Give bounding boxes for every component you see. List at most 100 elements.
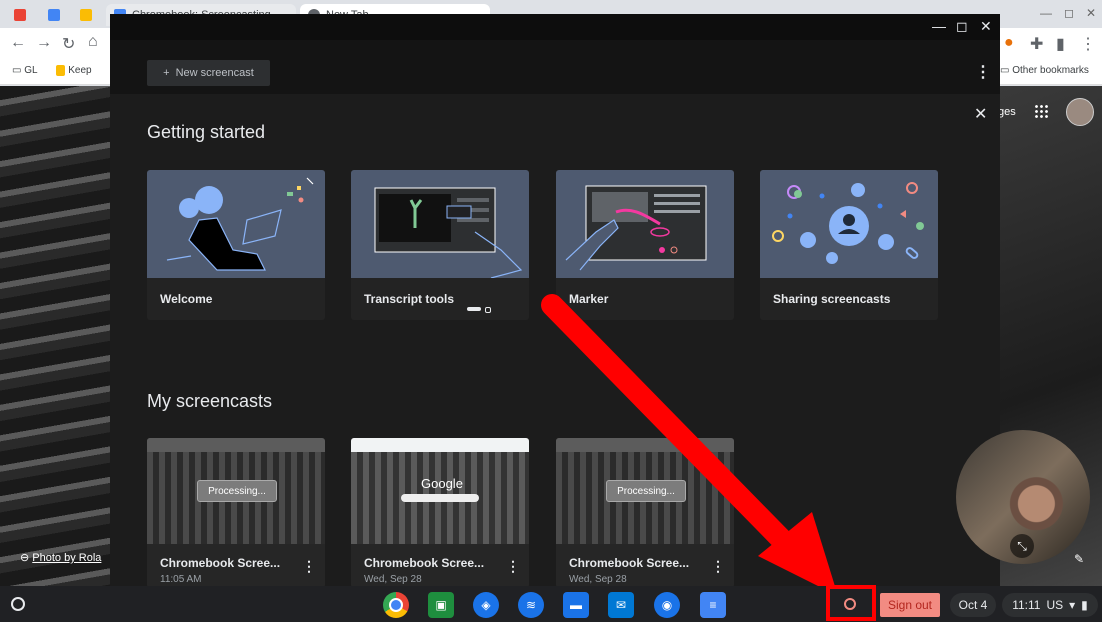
- keep-icon: ▭: [56, 65, 66, 76]
- search-box: [401, 494, 479, 502]
- screencast-card[interactable]: Google Chromebook Scree... Wed, Sep 28 ⋮: [351, 438, 529, 588]
- chrome-icon[interactable]: [383, 592, 409, 618]
- screencast-app-window: — ◻ ✕ + New screencast ⋮ Getting started…: [110, 14, 1000, 588]
- thumbnail-band: [147, 438, 325, 452]
- stop-recording-icon[interactable]: [844, 598, 856, 610]
- screencast-date: Wed, Sep 28: [364, 574, 422, 585]
- carousel-dot-active[interactable]: [467, 307, 481, 311]
- folder-icon: ▭: [12, 65, 22, 76]
- card-label: Marker: [569, 292, 609, 306]
- home-icon[interactable]: ⌂: [88, 33, 98, 51]
- menu-icon[interactable]: ⋮: [1080, 34, 1096, 54]
- app-header: + New screencast ⋮: [110, 40, 1000, 94]
- screencast-menu-icon[interactable]: ⋮: [302, 558, 316, 575]
- extension-icon[interactable]: ●: [1004, 34, 1014, 52]
- edit-icon[interactable]: ✎: [1074, 552, 1084, 566]
- screencast-title: Chromebook Scree...: [160, 556, 281, 570]
- bookmark-label: GL: [24, 65, 38, 76]
- bookmark-label: Keep: [68, 65, 92, 76]
- card-transcript-tools[interactable]: Transcript tools: [351, 170, 529, 320]
- bookmark-label: Other bookmarks: [1012, 65, 1089, 76]
- photo-credit[interactable]: ⊖ Photo by Rola: [20, 551, 101, 564]
- classroom-icon[interactable]: ▣: [428, 592, 454, 618]
- time-label: 11:11: [1012, 598, 1041, 612]
- thumbnail-band: [556, 438, 734, 452]
- plus-icon: +: [163, 67, 170, 79]
- card-label: Sharing screencasts: [773, 292, 891, 306]
- transcript-illustration: [351, 170, 529, 278]
- tab-classroom[interactable]: [40, 4, 66, 26]
- launcher-icon[interactable]: [11, 597, 25, 611]
- thumbnail-band: [351, 438, 529, 452]
- card-marker[interactable]: Marker: [556, 170, 734, 320]
- card-label: Welcome: [160, 292, 213, 306]
- maximize-icon[interactable]: ◻: [956, 18, 968, 35]
- close-getting-started-icon[interactable]: ✕: [974, 104, 987, 124]
- locale-label: US: [1046, 598, 1064, 612]
- link-icon: ⊖: [20, 552, 30, 564]
- back-icon[interactable]: ←: [10, 34, 26, 52]
- screencast-date: 11:05 AM: [160, 574, 202, 585]
- sign-out-button[interactable]: Sign out: [880, 593, 940, 617]
- processing-badge: Processing...: [606, 480, 686, 502]
- wallpaper-left: [0, 86, 110, 586]
- new-screencast-label: New screencast: [175, 67, 254, 79]
- gmail-icon: [14, 9, 26, 21]
- card-sharing-screencasts[interactable]: Sharing screencasts: [760, 170, 938, 320]
- reload-icon[interactable]: ↻: [62, 34, 75, 54]
- tab-drive[interactable]: [72, 4, 98, 26]
- puzzle-icon[interactable]: ✚: [1030, 34, 1043, 54]
- photo-credit-label: Photo by Rola: [32, 552, 102, 564]
- close-icon[interactable]: ✕: [980, 18, 992, 35]
- maximize-icon[interactable]: ◻: [1064, 6, 1074, 20]
- date-pill[interactable]: Oct 4: [950, 593, 996, 617]
- processing-badge: Processing...: [197, 480, 277, 502]
- screencast-menu-icon[interactable]: ⋮: [711, 558, 725, 575]
- collapse-camera-icon[interactable]: ⤡: [1010, 534, 1034, 558]
- main-content: Getting started ✕ Welcome Transcript too…: [110, 94, 1000, 588]
- wave-app-icon[interactable]: ≋: [518, 592, 544, 618]
- minimize-icon[interactable]: —: [932, 18, 946, 34]
- screencast-menu-icon[interactable]: ⋮: [506, 558, 520, 575]
- getting-started-title: Getting started: [147, 122, 266, 142]
- security-icon[interactable]: ◈: [473, 592, 499, 618]
- drive-icon: [80, 9, 92, 21]
- bookmark-keep[interactable]: ▭ Keep: [56, 65, 92, 76]
- avatar[interactable]: [1066, 98, 1094, 126]
- camera-app-icon[interactable]: ◉: [654, 592, 680, 618]
- screencast-thumbnail: Processing...: [147, 438, 325, 544]
- google-logo: Google: [421, 476, 463, 491]
- marker-illustration: [556, 170, 734, 278]
- welcome-illustration: [147, 170, 325, 278]
- battery-icon: ▮: [1081, 598, 1088, 612]
- forward-icon[interactable]: →: [36, 34, 52, 52]
- new-screencast-button[interactable]: + New screencast: [147, 60, 270, 86]
- outlook-icon[interactable]: ✉: [608, 592, 634, 618]
- bookmark-gl[interactable]: ▭ GL: [12, 65, 38, 76]
- classroom-icon: [48, 9, 60, 21]
- close-icon[interactable]: ✕: [1086, 6, 1096, 20]
- apps-grid-icon[interactable]: [1034, 104, 1048, 118]
- files-icon[interactable]: ▬: [563, 592, 589, 618]
- other-bookmarks[interactable]: ▭ Other bookmarks: [1000, 65, 1089, 76]
- card-welcome[interactable]: Welcome: [147, 170, 325, 320]
- docs-icon[interactable]: ≡: [700, 592, 726, 618]
- carousel-dots: [467, 307, 491, 313]
- carousel-dot[interactable]: [485, 307, 491, 313]
- screencast-card[interactable]: Processing... Chromebook Scree... Wed, S…: [556, 438, 734, 588]
- screencast-card[interactable]: Processing... Chromebook Scree... 11:05 …: [147, 438, 325, 588]
- status-area[interactable]: 11:11 US ▾ ▮: [1002, 593, 1098, 617]
- wifi-icon: ▾: [1069, 598, 1076, 612]
- tab-gmail[interactable]: [6, 4, 32, 26]
- sharing-illustration: [760, 170, 938, 278]
- screencast-date: Wed, Sep 28: [569, 574, 627, 585]
- app-titlebar: — ◻ ✕: [110, 14, 1000, 40]
- ntp-link[interactable]: ges: [998, 106, 1016, 118]
- side-panel-icon[interactable]: ▮: [1056, 34, 1065, 54]
- more-options-icon[interactable]: ⋮: [975, 62, 991, 82]
- card-label: Transcript tools: [364, 292, 455, 306]
- minimize-icon[interactable]: —: [1040, 6, 1052, 20]
- screencast-title: Chromebook Scree...: [569, 556, 690, 570]
- screencast-thumbnail: Google: [351, 438, 529, 544]
- folder-icon: ▭: [1000, 65, 1010, 76]
